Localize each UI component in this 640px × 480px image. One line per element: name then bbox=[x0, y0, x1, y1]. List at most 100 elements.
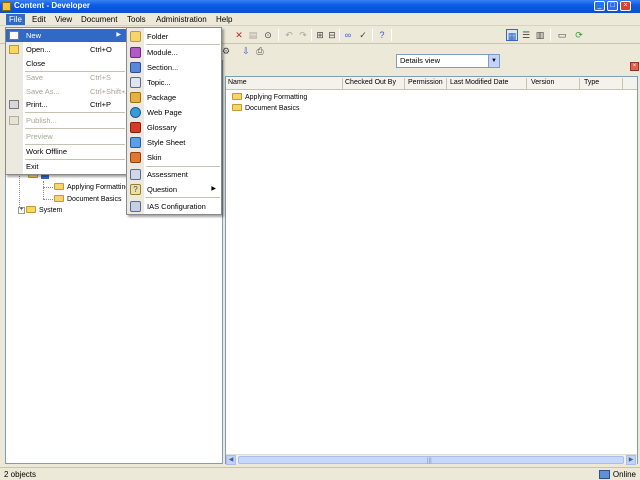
new-web-page[interactable]: Web Page bbox=[127, 105, 221, 120]
col-permission[interactable]: Permission bbox=[408, 79, 443, 86]
minimize-button[interactable]: _ bbox=[594, 1, 605, 11]
help-icon[interactable]: ? bbox=[376, 29, 388, 41]
file-menu-save[interactable]: Save Ctrl+S bbox=[6, 71, 126, 84]
new-question[interactable]: ? Question ▶ bbox=[127, 182, 221, 197]
columns-view-icon[interactable]: ▥ bbox=[534, 29, 546, 41]
app-icon bbox=[2, 2, 11, 11]
topic-icon bbox=[130, 77, 141, 88]
package-icon bbox=[130, 92, 141, 103]
view-select-value: Details view bbox=[400, 56, 441, 65]
chevron-down-icon[interactable]: ▼ bbox=[488, 55, 499, 67]
skin-icon bbox=[130, 152, 141, 163]
new-style-sheet[interactable]: Style Sheet bbox=[127, 135, 221, 150]
file-menu-save-as[interactable]: Save As... Ctrl+Shift+A bbox=[6, 85, 130, 98]
ias-configuration-icon bbox=[130, 201, 141, 212]
publish-icon[interactable]: ⇩ bbox=[240, 45, 252, 57]
new-glossary[interactable]: Glossary bbox=[127, 120, 221, 135]
file-menu-new[interactable]: New ▶ bbox=[6, 29, 126, 42]
spell-check-icon[interactable]: ✓ bbox=[357, 29, 369, 41]
folder-icon bbox=[54, 194, 64, 202]
chevron-right-icon: ▶ bbox=[211, 186, 216, 192]
folder-icon bbox=[130, 31, 141, 42]
status-bar: 2 objects Online bbox=[0, 467, 640, 480]
menu-view[interactable]: View bbox=[52, 14, 75, 25]
file-menu-print[interactable]: Print... Ctrl+P bbox=[6, 98, 126, 111]
web-page-icon bbox=[130, 107, 141, 118]
file-menu-open[interactable]: Open... Ctrl+O bbox=[6, 43, 126, 56]
redo-icon[interactable]: ↷ bbox=[297, 29, 309, 41]
menu-document[interactable]: Document bbox=[78, 14, 120, 25]
content-list[interactable] bbox=[225, 76, 638, 464]
new-module[interactable]: Module... bbox=[127, 45, 221, 60]
question-icon: ? bbox=[130, 184, 141, 195]
expand-icon[interactable]: ⊞ bbox=[314, 29, 326, 41]
file-menu-exit[interactable]: Exit bbox=[6, 160, 126, 173]
tree-item-system[interactable]: System bbox=[26, 205, 62, 216]
find-icon[interactable]: ⊙ bbox=[262, 29, 274, 41]
folder-icon bbox=[232, 103, 242, 111]
menu-bar: File Edit View Document Tools Administra… bbox=[0, 13, 640, 26]
menu-administration[interactable]: Administration bbox=[153, 14, 210, 25]
tree-item-label: Document Basics bbox=[67, 196, 122, 203]
col-last-modified[interactable]: Last Modified Date bbox=[450, 79, 508, 86]
assessment-icon bbox=[130, 169, 141, 180]
menu-file[interactable]: File bbox=[6, 14, 25, 25]
col-checked-out-by[interactable]: Checked Out By bbox=[345, 79, 396, 86]
horizontal-scrollbar[interactable]: ◀ ||| ▶ bbox=[226, 454, 637, 465]
layout-icon[interactable]: ▭ bbox=[556, 29, 568, 41]
list-view-icon[interactable]: ☰ bbox=[520, 29, 532, 41]
tree-item-applying-formatting[interactable]: Applying Formatting bbox=[54, 182, 129, 193]
close-pane-icon[interactable]: × bbox=[630, 62, 639, 71]
scroll-thumb[interactable]: ||| bbox=[238, 456, 624, 464]
tree-item-label: System bbox=[39, 207, 63, 214]
row-name: Document Basics bbox=[245, 105, 300, 112]
menu-tools[interactable]: Tools bbox=[124, 14, 149, 25]
folder-icon bbox=[232, 92, 242, 100]
style-sheet-icon bbox=[130, 137, 141, 148]
col-version[interactable]: Version bbox=[531, 79, 554, 86]
preview-icon[interactable]: ⎙ bbox=[254, 45, 266, 57]
refresh-icon[interactable]: ⟳ bbox=[573, 29, 585, 41]
undo-icon[interactable]: ↶ bbox=[283, 29, 295, 41]
status-object-count: 2 objects bbox=[4, 470, 37, 479]
tree-item-label: Applying Formatting bbox=[67, 184, 130, 191]
collapse-icon[interactable]: ⊟ bbox=[326, 29, 338, 41]
folder-icon bbox=[26, 205, 36, 213]
scroll-right-icon[interactable]: ▶ bbox=[626, 455, 636, 465]
status-online: Online bbox=[612, 470, 636, 479]
close-window-button[interactable]: × bbox=[620, 1, 631, 11]
view-select[interactable]: Details view ▼ bbox=[396, 54, 500, 68]
column-headers: Name Checked Out By Permission Last Modi… bbox=[226, 77, 637, 90]
new-ias-configuration[interactable]: IAS Configuration bbox=[127, 199, 221, 214]
new-skin[interactable]: Skin bbox=[127, 150, 221, 165]
menu-edit[interactable]: Edit bbox=[29, 14, 49, 25]
file-menu-publish[interactable]: Publish... bbox=[6, 114, 126, 127]
new-topic[interactable]: Topic... bbox=[127, 75, 221, 90]
open-folder-icon bbox=[9, 45, 19, 54]
list-row[interactable]: Document Basics bbox=[232, 103, 299, 114]
tree-item-document-basics[interactable]: Document Basics bbox=[54, 194, 121, 205]
new-assessment[interactable]: Assessment bbox=[127, 167, 221, 182]
properties-icon[interactable]: ▤ bbox=[247, 29, 259, 41]
file-menu-close[interactable]: Close bbox=[6, 57, 126, 70]
col-type[interactable]: Type bbox=[584, 79, 599, 86]
list-row[interactable]: Applying Formatting bbox=[232, 92, 307, 103]
network-icon bbox=[599, 470, 610, 479]
menu-help[interactable]: Help bbox=[213, 14, 235, 25]
publish-icon bbox=[9, 116, 19, 125]
maximize-button[interactable]: □ bbox=[607, 1, 618, 11]
col-name[interactable]: Name bbox=[228, 79, 247, 86]
file-menu-work-offline[interactable]: Work Offline bbox=[6, 145, 126, 158]
file-menu-preview[interactable]: Preview bbox=[6, 130, 126, 143]
new-section[interactable]: Section... bbox=[127, 60, 221, 75]
new-folder[interactable]: Folder bbox=[127, 29, 221, 44]
folder-icon bbox=[54, 182, 64, 190]
binoculars-icon[interactable]: ∞ bbox=[342, 29, 354, 41]
scroll-left-icon[interactable]: ◀ bbox=[226, 455, 236, 465]
delete-icon[interactable]: ✕ bbox=[233, 29, 245, 41]
printer-icon bbox=[9, 100, 19, 109]
details-view-icon[interactable]: ▦ bbox=[506, 29, 518, 41]
glossary-icon bbox=[130, 122, 141, 133]
expand-system-icon[interactable]: + bbox=[18, 207, 25, 214]
new-package[interactable]: Package bbox=[127, 90, 221, 105]
